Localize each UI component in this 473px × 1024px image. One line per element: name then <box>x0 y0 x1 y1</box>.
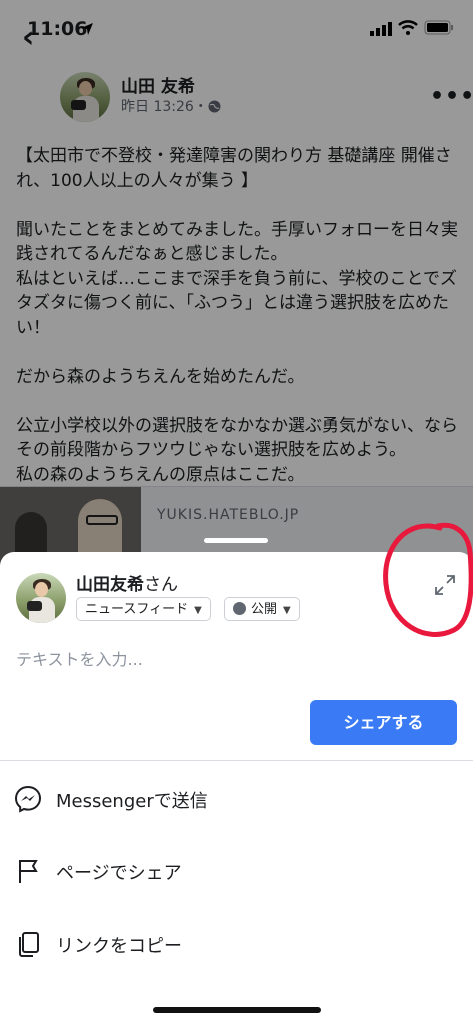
sharer-name: 山田友希さん <box>76 570 178 595</box>
audience-feed-dropdown[interactable]: ニュースフィード ▼ <box>76 597 211 621</box>
share-button[interactable]: シェアする <box>310 700 457 745</box>
messenger-icon <box>14 785 42 813</box>
option-copy-link[interactable]: リンクをコピー <box>0 913 473 973</box>
option-label: リンクをコピー <box>56 936 182 957</box>
red-annotation-circle <box>383 522 473 637</box>
sheet-grabber[interactable] <box>204 538 268 543</box>
option-messenger[interactable]: Messengerで送信 <box>0 768 473 828</box>
audience-feed-label: ニュースフィード <box>85 602 189 617</box>
audience-privacy-dropdown[interactable]: 公開 ▼ <box>224 597 300 621</box>
sharer-name-suffix: さん <box>144 575 178 595</box>
flag-icon <box>19 860 38 883</box>
option-label: ページでシェア <box>56 863 182 884</box>
copy-icon <box>19 932 39 957</box>
option-label: Messengerで送信 <box>56 791 208 812</box>
sharer-avatar <box>16 573 66 623</box>
caret-down-icon: ▼ <box>283 605 291 616</box>
divider <box>0 760 473 761</box>
home-indicator[interactable] <box>153 1007 321 1013</box>
sharer-name-text: 山田友希 <box>76 575 144 595</box>
audience-privacy-label: 公開 <box>251 602 278 617</box>
globe-icon <box>233 602 246 615</box>
caret-down-icon: ▼ <box>194 605 202 616</box>
option-share-page[interactable]: ページでシェア <box>0 840 473 900</box>
share-text-input[interactable]: テキストを入力... <box>16 646 143 670</box>
